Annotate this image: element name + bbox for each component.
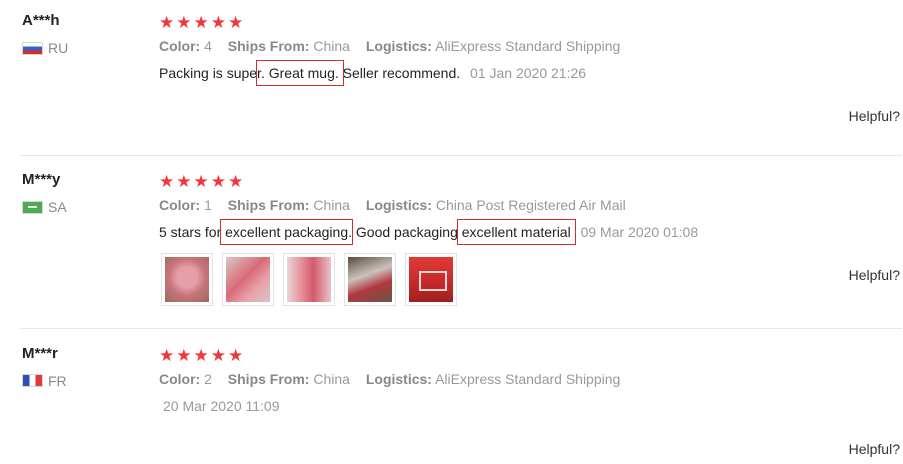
star-icon: ★ bbox=[176, 346, 192, 365]
star-icon: ★ bbox=[228, 13, 244, 32]
star-icon: ★ bbox=[193, 346, 209, 365]
order-info: Color: 2 Ships From: China Logistics: Al… bbox=[159, 371, 632, 387]
reviewer-country: RU bbox=[48, 40, 69, 56]
review-text: 5 stars for excellent packaging. Good pa… bbox=[159, 219, 699, 245]
helpful-button[interactable]: Helpful? bbox=[849, 267, 900, 283]
review-date: 09 Mar 2020 01:08 bbox=[580, 224, 699, 240]
ships-from-label: Ships From: bbox=[227, 371, 310, 387]
review-photo-thumbnail[interactable] bbox=[344, 253, 396, 306]
color-value: 1 bbox=[204, 197, 212, 213]
order-info: Color: 4 Ships From: China Logistics: Al… bbox=[159, 38, 632, 54]
review-text-part: . Good packaging bbox=[348, 224, 462, 240]
ships-from-value: China bbox=[313, 197, 350, 213]
saudi-flag-icon bbox=[22, 201, 43, 214]
logistics-label: Logistics: bbox=[365, 38, 432, 54]
review-photo-thumbnail[interactable] bbox=[405, 253, 457, 306]
helpful-button[interactable]: Helpful? bbox=[849, 441, 900, 457]
reviewer-country: FR bbox=[48, 373, 67, 389]
color-label: Color: bbox=[159, 371, 201, 387]
star-icon: ★ bbox=[159, 13, 175, 32]
review-photos bbox=[161, 253, 457, 306]
logistics-label: Logistics: bbox=[365, 197, 432, 213]
star-icon: ★ bbox=[210, 346, 226, 365]
color-label: Color: bbox=[159, 197, 201, 213]
review-divider bbox=[20, 328, 902, 329]
review-text: Packing is super. Great mug. Seller reco… bbox=[159, 60, 587, 86]
review-photo-thumbnail[interactable] bbox=[283, 253, 335, 306]
star-icon: ★ bbox=[228, 172, 244, 191]
logistics-value: AliExpress Standard Shipping bbox=[435, 38, 621, 54]
reviewer-name: M***r bbox=[22, 345, 58, 362]
star-rating: ★ ★ ★ ★ ★ bbox=[159, 14, 243, 31]
review-text-part: Packing is super bbox=[159, 65, 261, 81]
review-text-part: Seller recommend. bbox=[338, 65, 461, 81]
star-icon: ★ bbox=[193, 13, 209, 32]
color-value: 4 bbox=[204, 38, 212, 54]
color-label: Color: bbox=[159, 38, 201, 54]
review-text: 20 Mar 2020 11:09 bbox=[159, 398, 280, 414]
star-icon: ★ bbox=[193, 172, 209, 191]
highlighted-phrase: excellent material bbox=[456, 219, 576, 245]
review-photo-thumbnail[interactable] bbox=[161, 253, 213, 306]
review-date: 01 Jan 2020 21:26 bbox=[470, 65, 587, 81]
france-flag-icon bbox=[22, 374, 43, 387]
review-text-part: 5 stars for bbox=[159, 224, 226, 240]
russia-flag-icon bbox=[22, 42, 43, 55]
review-photo-thumbnail[interactable] bbox=[222, 253, 274, 306]
ships-from-value: China bbox=[313, 38, 350, 54]
ships-from-label: Ships From: bbox=[227, 197, 310, 213]
star-icon: ★ bbox=[210, 13, 226, 32]
review-date: 20 Mar 2020 11:09 bbox=[163, 398, 280, 414]
star-rating: ★ ★ ★ ★ ★ bbox=[159, 347, 243, 364]
star-rating: ★ ★ ★ ★ ★ bbox=[159, 173, 243, 190]
ships-from-value: China bbox=[313, 371, 350, 387]
logistics-value: China Post Registered Air Mail bbox=[435, 197, 626, 213]
star-icon: ★ bbox=[159, 172, 175, 191]
logistics-value: AliExpress Standard Shipping bbox=[435, 371, 621, 387]
star-icon: ★ bbox=[210, 172, 226, 191]
highlighted-phrase: excellent packaging bbox=[220, 219, 354, 245]
highlighted-phrase: . Great mug. bbox=[255, 60, 344, 86]
logistics-label: Logistics: bbox=[365, 371, 432, 387]
color-value: 2 bbox=[204, 371, 212, 387]
helpful-button[interactable]: Helpful? bbox=[849, 108, 900, 124]
review-divider bbox=[20, 155, 902, 156]
star-icon: ★ bbox=[176, 172, 192, 191]
star-icon: ★ bbox=[176, 13, 192, 32]
ships-from-label: Ships From: bbox=[227, 38, 310, 54]
reviewer-country: SA bbox=[48, 199, 67, 215]
order-info: Color: 1 Ships From: China Logistics: Ch… bbox=[159, 197, 638, 213]
reviewer-name: A***h bbox=[22, 12, 60, 29]
star-icon: ★ bbox=[159, 346, 175, 365]
reviewer-name: M***y bbox=[22, 171, 61, 188]
star-icon: ★ bbox=[228, 346, 244, 365]
